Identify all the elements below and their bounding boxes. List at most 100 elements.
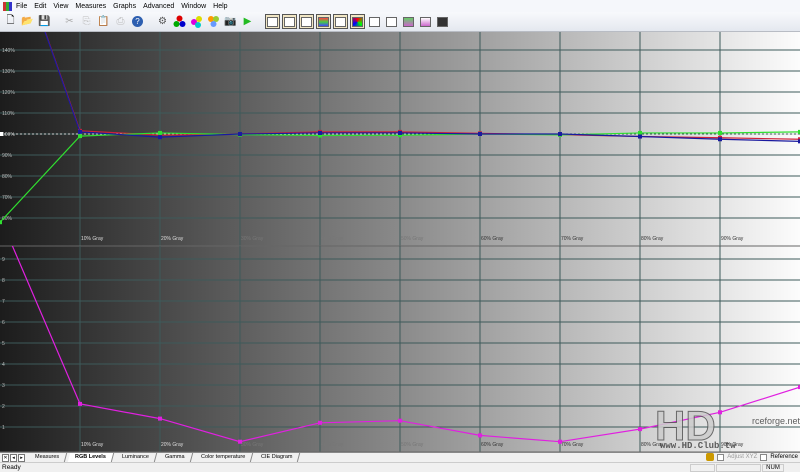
data-point [478,132,482,136]
gamma-graph-button[interactable] [299,14,314,29]
y-tick-label: 8 [2,278,5,284]
app-icon [3,1,12,11]
chart-area: 60%70%80%90%100%110%120%130%140%10% Gray… [0,32,800,452]
cie-diagram-button[interactable] [350,14,365,29]
menu-file[interactable]: File [16,3,27,10]
colors-icon[interactable] [206,14,221,29]
graph-10-button[interactable] [418,14,433,29]
y-tick-label: 130% [2,69,15,75]
y-tick-label: 9 [2,257,5,263]
menu-help[interactable]: Help [213,3,227,10]
options: Adjust XYZ Reference [706,452,798,462]
rgb-levels-graph-button[interactable] [316,14,331,29]
tab-color-temperature[interactable]: Color temperature [193,453,254,462]
x-tick-label: 50% Gray [401,442,424,448]
graph-7-button[interactable] [367,14,382,29]
data-point [318,130,322,135]
luminance-graph-button[interactable] [282,14,297,29]
sensor-icon[interactable]: ⚙ [155,14,170,29]
y-tick-label: 80% [2,174,13,180]
tab-label: RGB Levels [75,454,107,460]
reference-checkbox[interactable] [760,453,768,461]
y-tick-label: 1 [2,425,5,431]
watermark-url: www.HD.Club.tw [660,441,736,451]
data-point [718,130,722,135]
y-tick-label: 2 [2,404,5,410]
tab-rgb-levels[interactable]: RGB Levels [67,453,115,462]
save-icon[interactable]: 💾 [37,14,52,29]
x-tick-label: 70% Gray [561,236,584,242]
menu-bar: File Edit View Measures Graphs Advanced … [0,0,800,12]
camera-icon[interactable]: 📷 [223,14,238,29]
copy-icon[interactable]: ⎘ [79,14,94,29]
graph-11-button[interactable] [435,14,450,29]
close-tab-button[interactable]: ✕ [2,453,9,462]
x-tick-label: 10% Gray [81,236,104,242]
reference-label: Reference [770,454,798,460]
measures-graph-button[interactable] [265,14,280,29]
print-icon[interactable]: ⎙ [113,14,128,29]
data-point [78,401,82,406]
y-tick-label: 110% [2,111,15,117]
open-icon[interactable]: 📂 [20,14,35,29]
tab-measures[interactable]: Measures [27,453,68,462]
tab-gamma[interactable]: Gamma [157,453,193,462]
tab-cie-diagram[interactable]: CIE Diagram [253,453,301,462]
menu-window[interactable]: Window [181,3,206,10]
tab-label: Gamma [164,454,185,460]
y-tick-label: 120% [2,90,15,96]
menu-view[interactable]: View [53,3,68,10]
cut-icon[interactable]: ✂ [62,14,77,29]
data-point [158,416,162,421]
graph-tab-bar: ✕ ◂ ▸ Measures RGB Levels Luminance Gamm… [0,452,800,462]
tab-label: Color temperature [200,454,245,460]
new-icon[interactable]: 🗋 [3,14,18,29]
y-tick-label: 4 [2,362,5,368]
menu-graphs[interactable]: Graphs [113,3,136,10]
data-point [638,130,642,135]
data-point [158,135,162,140]
data-point [558,439,562,444]
tab-next-button[interactable]: ▸ [18,453,25,462]
tab-label: Luminance [122,454,149,460]
data-point [478,433,482,438]
status-bar: Ready NUM [0,462,800,472]
menu-edit[interactable]: Edit [34,3,46,10]
rgb-primaries-icon[interactable] [172,14,187,29]
data-point [238,132,242,136]
x-tick-label: 40% Gray [321,236,344,242]
x-tick-label: 90% Gray [721,236,744,242]
graph-8-button[interactable] [384,14,399,29]
x-tick-label: 40% Gray [321,442,344,448]
menu-advanced[interactable]: Advanced [143,3,174,10]
data-point [558,132,562,136]
data-point [638,134,642,139]
x-tick-label: 10% Gray [81,442,104,448]
x-tick-label: 20% Gray [161,442,184,448]
data-point [238,439,242,444]
tab-prev-button[interactable]: ◂ [10,453,17,462]
help-icon[interactable]: ? [130,14,145,29]
data-point [0,220,2,225]
y-tick-label: 3 [2,383,5,389]
adjust-xyz-label: Adjust XYZ [727,454,758,460]
paste-icon[interactable]: 📋 [96,14,111,29]
x-tick-label: 30% Gray [241,442,264,448]
menu-measures[interactable]: Measures [75,3,106,10]
adjust-xyz-checkbox[interactable] [717,453,725,461]
graph-9-button[interactable] [401,14,416,29]
data-point [78,134,82,139]
x-tick-label: 70% Gray [561,442,584,448]
color-temp-graph-button[interactable] [333,14,348,29]
data-point [718,137,722,142]
tab-luminance[interactable]: Luminance [114,453,158,462]
reference-marker [0,132,3,136]
data-point [158,130,162,135]
y-tick-label: 7 [2,299,5,305]
data-point [718,410,722,415]
secondaries-icon[interactable] [189,14,204,29]
data-point [78,129,82,134]
y-tick-label: 5 [2,341,5,347]
x-tick-label: 20% Gray [161,236,184,242]
play-icon[interactable]: ▶ [240,14,255,29]
